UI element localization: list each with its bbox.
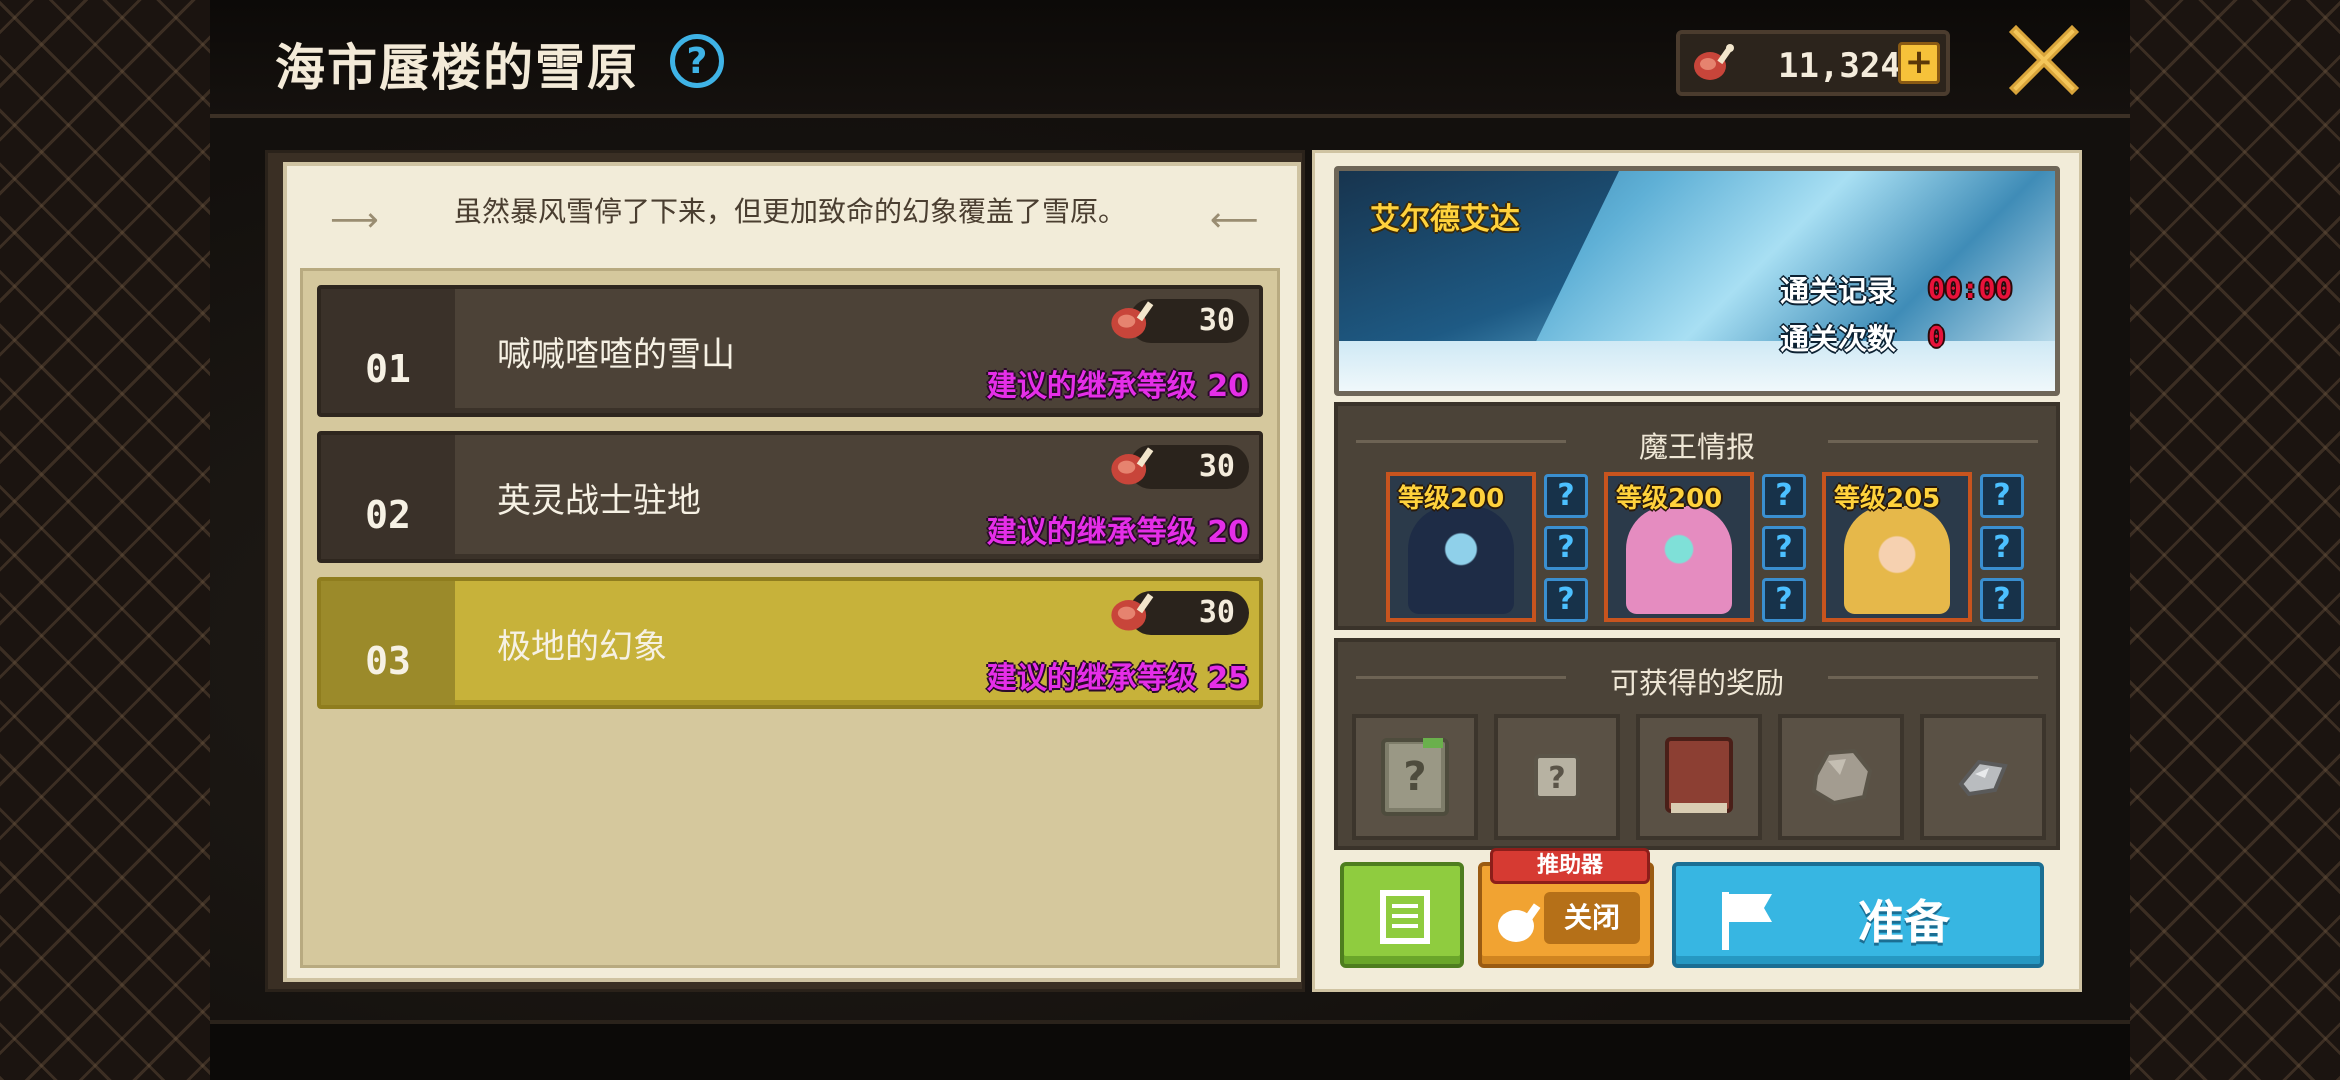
reward-slot-1[interactable]: ? (1352, 714, 1478, 840)
clear-count-value: 0 (1928, 320, 1945, 353)
stamina-value: 11,324 (1778, 46, 1901, 86)
boss-skill-unknown-icon[interactable]: ? (1980, 526, 2024, 570)
area-name: 艾尔德艾达 (1370, 202, 1520, 237)
stage-list-button[interactable] (1340, 862, 1464, 968)
stamina-counter: 11,324 + (1676, 30, 1950, 96)
stage-name: 英灵战士驻地 (497, 481, 701, 521)
meat-icon (1498, 903, 1541, 942)
close-icon[interactable] (2008, 24, 2080, 96)
list-icon (1380, 890, 1430, 944)
add-stamina-button[interactable]: + (1898, 42, 1940, 84)
boss-portrait-icon (1408, 506, 1514, 614)
boss-skill-unknown-icon[interactable]: ? (1762, 526, 1806, 570)
ready-button-label: 准备 (1858, 895, 1950, 949)
reward-section: 可获得的奖励 ? ? (1334, 638, 2060, 850)
meat-icon (1111, 301, 1154, 339)
boss-skill-unknown-icon[interactable]: ? (1544, 578, 1588, 622)
boss-skill-unknown-icon[interactable]: ? (1762, 474, 1806, 518)
boss-card-2[interactable]: 等级200 (1604, 472, 1754, 622)
reward-slot-5[interactable] (1920, 714, 2046, 840)
auto-helper-state[interactable]: 关闭 (1544, 892, 1640, 944)
leather-tome-icon (1665, 737, 1733, 813)
stage-list: 01 喊喊喳喳的雪山 30 建议的继承等级 20 02 英灵战士驻地 30 建议… (300, 268, 1280, 968)
bottom-bar (210, 1020, 2130, 1080)
boss-skill-unknown-icon[interactable]: ? (1762, 578, 1806, 622)
mystery-book-icon: ? (1381, 738, 1449, 816)
help-icon[interactable]: ? (670, 34, 724, 88)
stage-number: 01 (321, 289, 455, 413)
clear-record-label: 通关记录 (1780, 274, 1897, 308)
stage-number: 03 (321, 581, 455, 705)
stage-cost: 30 (1111, 299, 1249, 343)
stage-requirement: 建议的继承等级 20 (986, 515, 1249, 550)
boss-skill-unknown-icon[interactable]: ? (1544, 474, 1588, 518)
boss-level: 等级205 (1834, 484, 1941, 514)
boss-skill-unknown-icon[interactable]: ? (1544, 526, 1588, 570)
boss-card-3[interactable]: 等级205 (1822, 472, 1972, 622)
meat-icon (1111, 593, 1154, 631)
stage-item-02[interactable]: 02 英灵战士驻地 30 建议的继承等级 20 (317, 431, 1263, 563)
svg-text:?: ? (1548, 761, 1565, 796)
boss-portrait-icon (1844, 506, 1950, 614)
stage-number: 02 (321, 435, 455, 559)
area-description: 虽然暴风雪停了下来，但更加致命的幻象覆盖了雪原。 (453, 195, 1126, 228)
ornament-right-icon: ⟵ (1210, 200, 1259, 240)
flag-icon (1722, 892, 1772, 950)
svg-text:?: ? (1403, 754, 1426, 800)
reward-title: 可获得的奖励 (1609, 666, 1784, 700)
stage-item-01[interactable]: 01 喊喊喳喳的雪山 30 建议的继承等级 20 (317, 285, 1263, 417)
stage-requirement: 建议的继承等级 25 (986, 661, 1249, 696)
boss-info-section: 魔王情报 等级200 ? ? ? 等级200 ? ? ? 等级205 ? ? ? (1334, 402, 2060, 630)
stage-cost: 30 (1111, 591, 1249, 635)
auto-helper-tag: 推助器 (1490, 848, 1650, 884)
stage-cost-value: 30 (1198, 303, 1235, 338)
stage-name: 极地的幻象 (497, 627, 667, 667)
clear-record-value: 00:00 (1928, 272, 2013, 305)
stage-item-03[interactable]: 03 极地的幻象 30 建议的继承等级 25 (317, 577, 1263, 709)
boss-portrait-icon (1626, 506, 1732, 614)
stage-name: 喊喊喳喳的雪山 (497, 335, 735, 375)
reward-slot-4[interactable] (1778, 714, 1904, 840)
boss-skill-unknown-icon[interactable]: ? (1980, 578, 2024, 622)
boss-info-title: 魔王情报 (1638, 430, 1755, 464)
page-title: 海市蜃楼的雪原 (275, 39, 639, 97)
reward-slot-2[interactable]: ? (1494, 714, 1620, 840)
boss-card-1[interactable]: 等级200 (1386, 472, 1536, 622)
mystery-box-icon: ? (1534, 754, 1580, 800)
clear-count-label: 通关次数 (1780, 322, 1897, 356)
metal-shard-icon (1958, 759, 2008, 797)
boss-level: 等级200 (1616, 484, 1723, 514)
boss-skill-unknown-icon[interactable]: ? (1980, 474, 2024, 518)
stage-requirement: 建议的继承等级 20 (986, 369, 1249, 404)
stage-cost: 30 (1111, 445, 1249, 489)
boss-level: 等级200 (1398, 484, 1505, 514)
stage-cost-value: 30 (1198, 595, 1235, 630)
reward-slot-3[interactable] (1636, 714, 1762, 840)
meat-icon (1111, 447, 1154, 485)
stone-ore-icon (1811, 748, 1873, 806)
stage-cost-value: 30 (1198, 449, 1235, 484)
meat-icon (1694, 44, 1734, 80)
